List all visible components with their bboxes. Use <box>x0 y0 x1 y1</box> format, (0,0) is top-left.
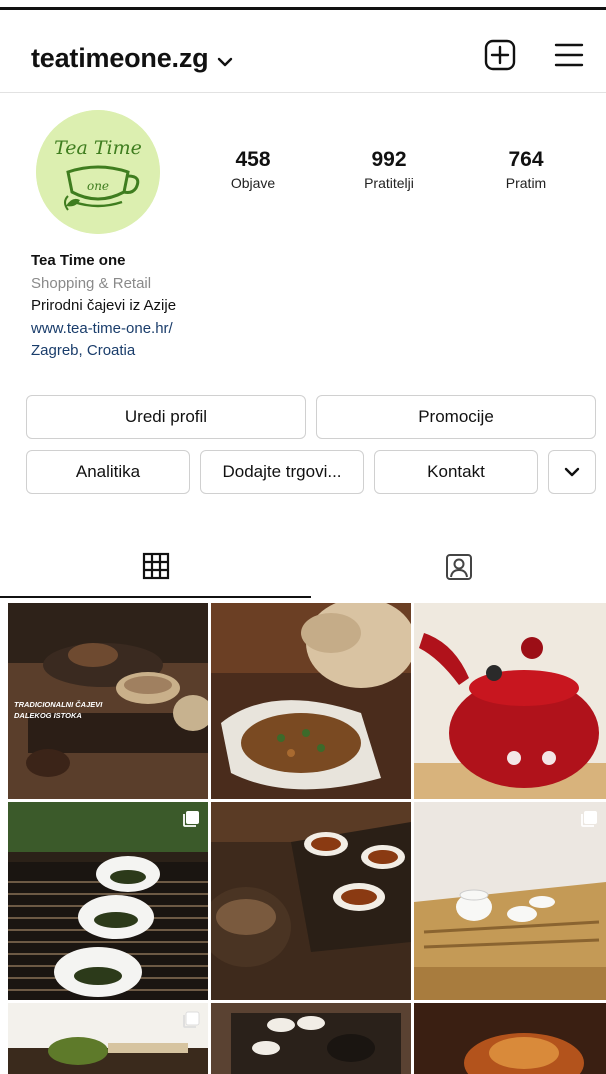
post-thumbnail[interactable] <box>8 1003 208 1074</box>
multiple-photos-icon <box>580 810 598 828</box>
contact-button[interactable]: Kontakt <box>374 450 538 494</box>
website-link[interactable]: www.tea-time-one.hr/ <box>31 318 176 341</box>
posts-count-value: 458 <box>235 148 271 171</box>
post-image <box>211 1003 411 1074</box>
post-thumbnail[interactable] <box>414 802 606 1000</box>
post-thumbnail[interactable]: TRADICIONALNI ČAJEVI DALEKOG ISTOKA <box>8 603 208 799</box>
profile-tabs <box>0 540 606 600</box>
post-image <box>211 802 411 1000</box>
edit-profile-button[interactable]: Uredi profil <box>26 395 306 439</box>
display-name: Tea Time one <box>31 252 126 269</box>
post-image <box>414 603 606 799</box>
post-thumbnail[interactable] <box>414 1003 606 1074</box>
post-image <box>8 802 208 1000</box>
chevron-down-icon <box>217 43 233 74</box>
account-switcher[interactable]: teatimeone.zg <box>31 43 233 74</box>
following-count[interactable]: 764 Pratim <box>466 148 586 191</box>
post-thumbnail[interactable] <box>8 802 208 1000</box>
grid-icon <box>142 552 170 585</box>
post-caption-line2: DALEKOG ISTOKA <box>14 711 82 720</box>
post-image: TRADICIONALNI ČAJEVI DALEKOG ISTOKA <box>8 603 208 799</box>
multiple-photos-icon <box>182 810 200 828</box>
post-thumbnail[interactable] <box>414 603 606 799</box>
post-image <box>8 1003 208 1074</box>
following-count-value: 764 <box>508 148 544 171</box>
business-category: Shopping & Retail <box>31 274 152 292</box>
username: teatimeone.zg <box>31 43 209 73</box>
post-image <box>211 603 411 799</box>
post-image <box>414 1003 606 1074</box>
post-caption-line1: TRADICIONALNI ČAJEVI <box>14 700 103 709</box>
insights-button[interactable]: Analitika <box>26 450 190 494</box>
tagged-icon <box>444 552 474 587</box>
followers-count-value: 992 <box>371 148 407 171</box>
logo-text-tea-time: Tea Time <box>54 137 142 159</box>
post-image <box>414 802 606 1000</box>
tea-time-logo: Tea Time one <box>36 110 160 234</box>
followers-count-label: Pratitelji <box>364 175 414 191</box>
promotions-button[interactable]: Promocije <box>316 395 596 439</box>
chevron-down-icon <box>564 462 580 482</box>
post-thumbnail[interactable] <box>211 802 411 1000</box>
add-shop-button[interactable]: Dodajte trgovi... <box>200 450 364 494</box>
post-thumbnail[interactable] <box>211 1003 411 1074</box>
tab-tagged[interactable] <box>311 540 606 598</box>
profile-header: teatimeone.zg <box>0 13 606 93</box>
posts-count-label: Objave <box>230 175 276 191</box>
logo-text-one: one <box>87 179 109 193</box>
tab-grid[interactable] <box>0 540 311 598</box>
location-link[interactable]: Zagreb, Croatia <box>31 340 176 363</box>
screen-top-border <box>0 0 606 10</box>
menu-icon[interactable] <box>553 41 585 69</box>
new-post-icon[interactable] <box>484 39 516 71</box>
multiple-photos-icon <box>182 1011 200 1029</box>
profile-bio: Tea Time one Shopping & Retail Prirodni … <box>31 250 176 363</box>
posts-count[interactable]: 458 Objave <box>193 148 313 191</box>
more-options-button[interactable] <box>548 450 596 494</box>
bio-description: Prirodni čajevi iz Azije <box>31 297 177 314</box>
profile-avatar[interactable]: Tea Time one <box>36 110 160 234</box>
followers-count[interactable]: 992 Pratitelji <box>329 148 449 191</box>
post-thumbnail[interactable] <box>211 603 411 799</box>
following-count-label: Pratim <box>505 175 547 191</box>
